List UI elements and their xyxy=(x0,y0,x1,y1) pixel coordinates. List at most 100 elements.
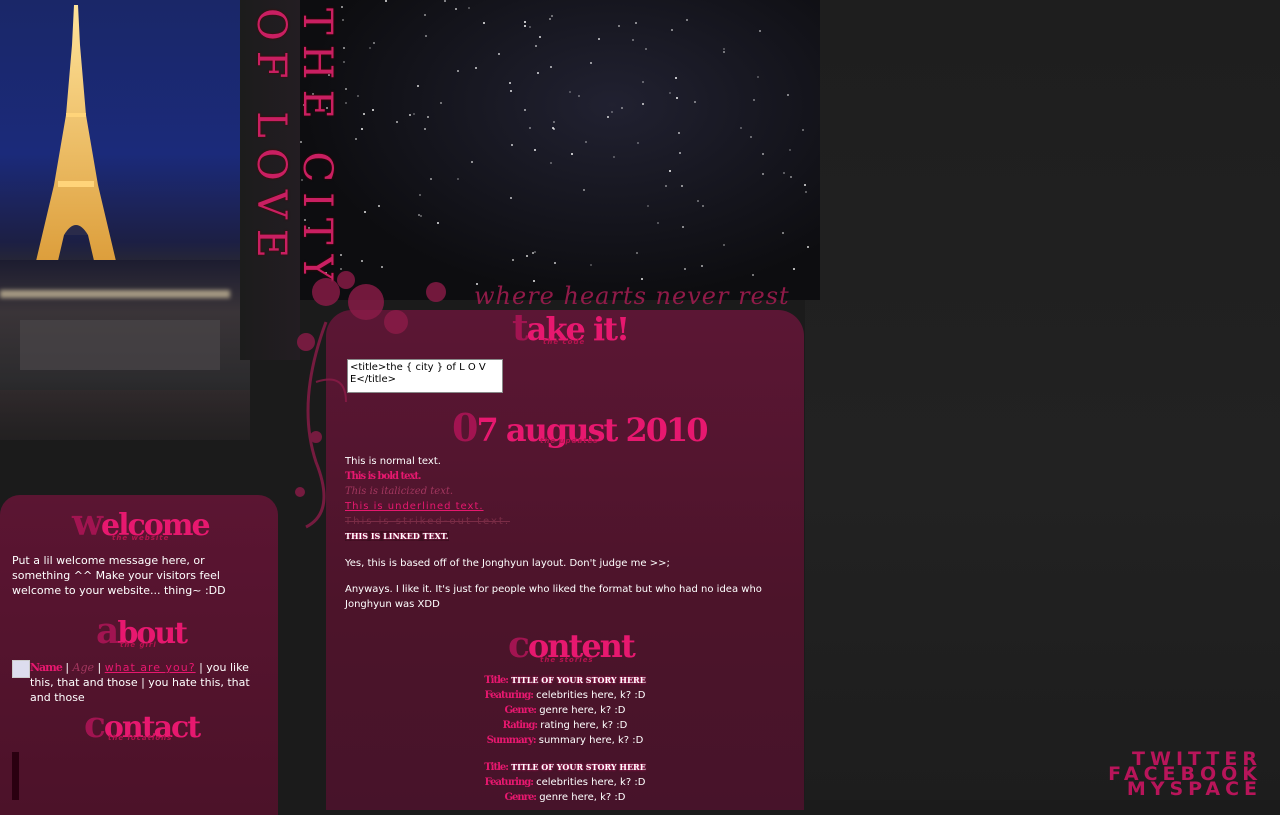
star xyxy=(512,259,514,261)
star xyxy=(701,265,703,267)
star xyxy=(753,99,755,101)
story-title[interactable]: TITLE OF YOUR STORY HERE xyxy=(511,762,646,772)
star xyxy=(553,128,555,130)
star xyxy=(598,38,600,40)
star xyxy=(569,91,571,93)
star xyxy=(549,18,551,20)
star xyxy=(511,144,513,146)
star xyxy=(585,141,587,143)
star xyxy=(642,81,644,83)
story-title[interactable]: TITLE OF YOUR STORY HERE xyxy=(511,675,646,685)
star xyxy=(802,129,804,131)
star xyxy=(590,264,592,266)
avatar-image xyxy=(12,660,30,678)
story-entry: Title: TITLE OF YOUR STORY HERE Featurin… xyxy=(484,675,646,746)
star xyxy=(550,66,552,68)
star xyxy=(534,149,536,151)
star xyxy=(385,0,387,2)
starry-sky xyxy=(300,0,820,300)
eiffel-tower-photo xyxy=(0,0,250,440)
star xyxy=(807,246,809,248)
linked-text[interactable]: THIS IS LINKED TEXT. xyxy=(345,531,449,541)
star xyxy=(750,136,752,138)
star xyxy=(510,197,512,199)
star xyxy=(805,191,807,193)
star xyxy=(681,185,683,187)
star xyxy=(372,109,374,111)
star xyxy=(537,72,539,74)
star xyxy=(782,232,784,234)
site-tagline: where hearts never rest xyxy=(474,282,790,310)
star xyxy=(676,97,678,99)
star xyxy=(787,94,789,96)
star xyxy=(752,274,754,276)
star xyxy=(759,30,761,32)
star xyxy=(702,205,704,207)
star xyxy=(665,185,667,187)
story-entry: Title: TITLE OF YOUR STORY HERE Featurin… xyxy=(484,762,646,803)
date-subheading: the updates xyxy=(540,437,599,445)
star xyxy=(424,14,426,16)
star xyxy=(550,162,552,164)
star xyxy=(524,21,526,23)
star xyxy=(682,226,684,228)
myspace-link[interactable]: MYSPACE xyxy=(1108,780,1262,799)
star xyxy=(364,211,366,213)
star xyxy=(539,36,541,38)
star xyxy=(357,95,359,97)
star xyxy=(378,205,380,207)
star xyxy=(529,26,531,28)
star xyxy=(607,116,609,118)
star xyxy=(613,156,615,158)
star xyxy=(632,39,634,41)
star xyxy=(343,47,345,49)
star xyxy=(468,7,470,9)
star xyxy=(571,153,573,155)
italic-text: This is italicized text. xyxy=(345,486,454,497)
star xyxy=(762,153,764,155)
star xyxy=(345,88,347,90)
star xyxy=(793,268,795,270)
star xyxy=(578,95,580,97)
separator: | xyxy=(94,661,105,674)
content-subheading: the stories xyxy=(540,656,594,664)
star xyxy=(762,173,764,175)
star xyxy=(510,90,512,92)
star xyxy=(675,77,677,79)
star xyxy=(686,19,688,21)
star xyxy=(618,25,620,27)
star xyxy=(526,255,528,257)
code-textarea[interactable] xyxy=(347,359,503,393)
star xyxy=(553,121,555,123)
star xyxy=(524,109,526,111)
star xyxy=(361,128,363,130)
star xyxy=(697,200,699,202)
star xyxy=(529,127,531,129)
star xyxy=(804,184,806,186)
star xyxy=(419,194,421,196)
photo-fade xyxy=(0,380,250,500)
star xyxy=(475,67,477,69)
star xyxy=(369,47,371,49)
star xyxy=(343,61,345,63)
star xyxy=(790,176,792,178)
star xyxy=(444,0,446,2)
star xyxy=(345,102,347,104)
star xyxy=(645,48,647,50)
star xyxy=(440,102,442,104)
star xyxy=(678,132,680,134)
star xyxy=(418,214,420,216)
star xyxy=(583,189,585,191)
what-are-you-link[interactable]: what are you? xyxy=(105,661,196,674)
star xyxy=(642,103,644,105)
star xyxy=(671,29,673,31)
star xyxy=(669,170,671,172)
strikethrough-text: This is striked-out text. xyxy=(345,516,510,527)
star xyxy=(535,45,537,47)
star xyxy=(355,138,357,140)
dark-background xyxy=(805,0,1280,800)
paragraph-2: Anyways. I like it. It's just for people… xyxy=(345,584,762,610)
star xyxy=(611,111,613,113)
star xyxy=(554,262,556,264)
star xyxy=(424,128,426,130)
